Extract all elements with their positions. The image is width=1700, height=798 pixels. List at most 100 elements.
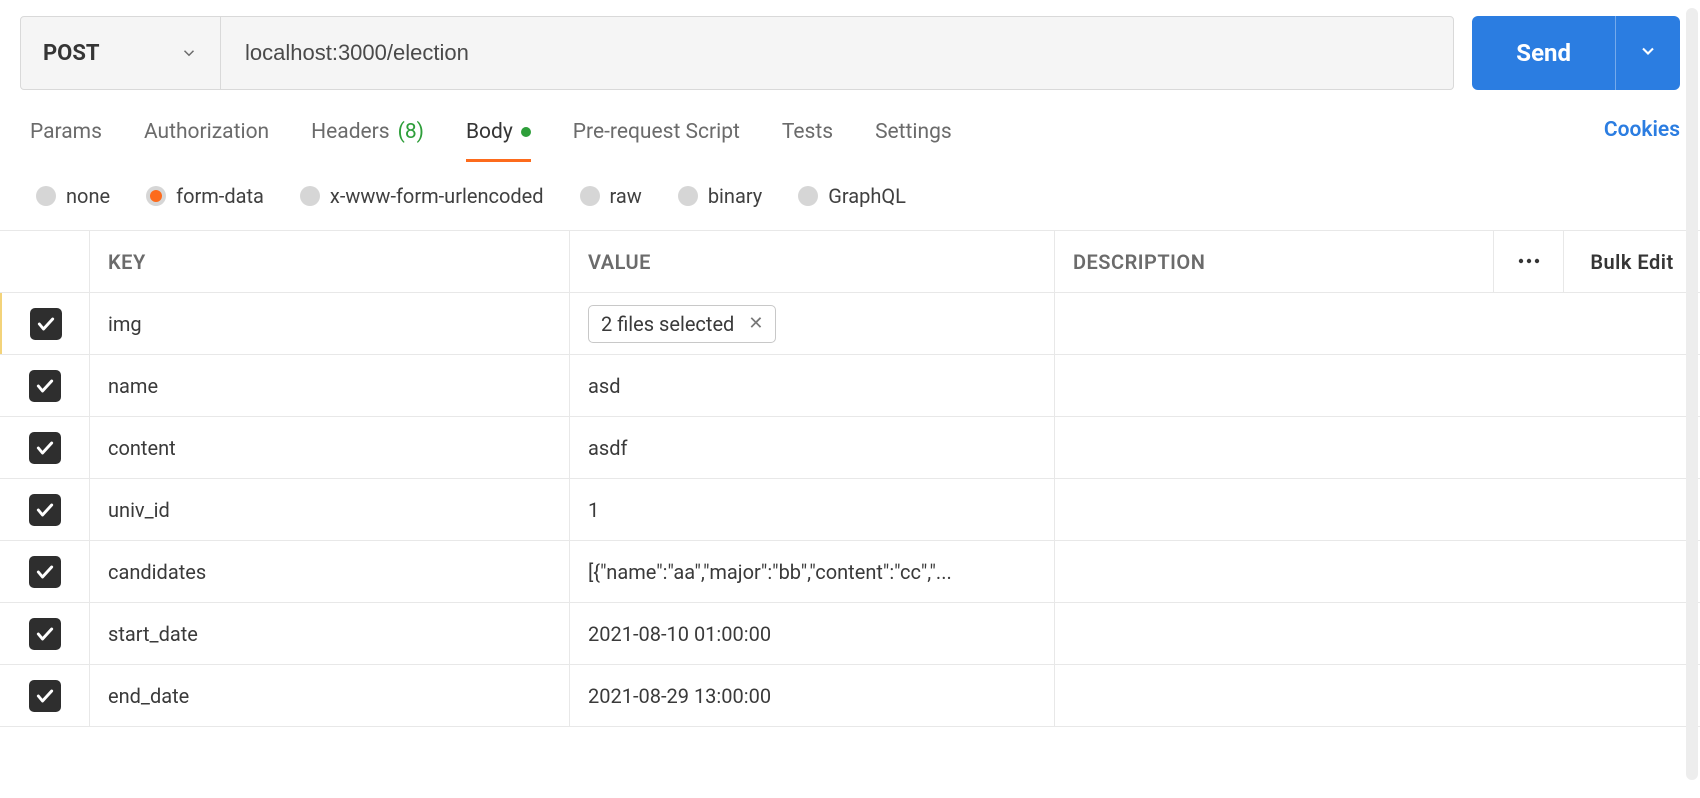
col-key-header: KEY [90, 231, 570, 292]
row-checkbox-cell [0, 479, 90, 540]
tab-headers[interactable]: Headers(8) [311, 112, 424, 162]
row-desc-cell[interactable] [1055, 355, 1700, 416]
url-input[interactable] [221, 17, 1453, 89]
row-value-cell[interactable]: 1 [570, 479, 1055, 540]
app-root: POST Send Params Authorization Headers(8… [0, 0, 1700, 727]
row-desc-cell[interactable] [1055, 293, 1700, 354]
body-type-form-data[interactable]: form-data [146, 184, 264, 208]
row-value-cell[interactable]: [{"name":"aa","major":"bb","content":"cc… [570, 541, 1055, 602]
row-checkbox[interactable] [29, 370, 61, 402]
close-icon[interactable]: ✕ [748, 313, 763, 334]
row-desc-cell[interactable] [1055, 603, 1700, 664]
col-desc-header: DESCRIPTION [1055, 231, 1494, 292]
row-key-cell[interactable]: img [90, 293, 570, 354]
tab-prerequest[interactable]: Pre-request Script [573, 112, 740, 162]
row-desc-cell[interactable] [1055, 479, 1700, 540]
chevron-down-icon [180, 44, 198, 62]
tabs-row: Params Authorization Headers(8) Body Pre… [0, 102, 1700, 162]
body-type-binary[interactable]: binary [678, 184, 762, 208]
radio-label: form-data [176, 184, 264, 208]
radio-icon [580, 186, 600, 206]
row-checkbox[interactable] [30, 308, 62, 340]
radio-icon [798, 186, 818, 206]
table-row: end_date2021-08-29 13:00:00 [0, 665, 1700, 727]
radio-label: raw [610, 184, 642, 208]
send-button-label: Send [1516, 39, 1571, 67]
body-type-raw[interactable]: raw [580, 184, 642, 208]
table-row: contentasdf [0, 417, 1700, 479]
method-url-group: POST [20, 16, 1454, 90]
more-dots-icon [1518, 256, 1540, 267]
request-url-row: POST Send [0, 0, 1700, 102]
col-value-header: VALUE [570, 231, 1055, 292]
table-row: nameasd [0, 355, 1700, 417]
row-key-cell[interactable]: candidates [90, 541, 570, 602]
more-options-button[interactable] [1494, 231, 1564, 292]
row-checkbox[interactable] [29, 680, 61, 712]
row-key-cell[interactable]: end_date [90, 665, 570, 726]
row-value-cell[interactable]: 2 files selected✕ [570, 293, 1055, 354]
form-data-table: KEY VALUE DESCRIPTION Bulk Edit img 2 fil… [0, 230, 1700, 727]
row-desc-cell[interactable] [1055, 665, 1700, 726]
row-desc-cell[interactable] [1055, 417, 1700, 478]
dot-indicator-icon [521, 127, 531, 137]
table-row: candidates[{"name":"aa","major":"bb","co… [0, 541, 1700, 603]
table-row: start_date2021-08-10 01:00:00 [0, 603, 1700, 665]
tab-label: Authorization [144, 120, 269, 144]
bulk-edit-label: Bulk Edit [1590, 250, 1673, 274]
row-value-cell[interactable]: asdf [570, 417, 1055, 478]
row-desc-cell[interactable] [1055, 541, 1700, 602]
tab-settings[interactable]: Settings [875, 112, 952, 162]
row-checkbox-cell [0, 293, 90, 354]
tab-body[interactable]: Body [466, 112, 531, 162]
tab-authorization[interactable]: Authorization [144, 112, 269, 162]
row-value-cell[interactable]: asd [570, 355, 1055, 416]
row-checkbox-cell [0, 541, 90, 602]
row-checkbox-cell [0, 665, 90, 726]
row-key-cell[interactable]: univ_id [90, 479, 570, 540]
tab-label: Params [30, 120, 102, 144]
radio-label: none [66, 184, 110, 208]
th-label: KEY [108, 250, 146, 274]
th-label: DESCRIPTION [1073, 250, 1205, 274]
row-key-cell[interactable]: start_date [90, 603, 570, 664]
file-chip[interactable]: 2 files selected✕ [588, 305, 776, 343]
row-checkbox[interactable] [29, 494, 61, 526]
tabs: Params Authorization Headers(8) Body Pre… [30, 112, 952, 162]
table-row: univ_id1 [0, 479, 1700, 541]
radio-icon [36, 186, 56, 206]
row-key-cell[interactable]: name [90, 355, 570, 416]
row-key-cell[interactable]: content [90, 417, 570, 478]
row-checkbox[interactable] [29, 556, 61, 588]
tab-params[interactable]: Params [30, 112, 102, 162]
send-dropdown[interactable] [1615, 16, 1680, 90]
tab-label: Pre-request Script [573, 120, 740, 144]
body-type-urlencoded[interactable]: x-www-form-urlencoded [300, 184, 544, 208]
row-checkbox[interactable] [29, 618, 61, 650]
row-value-cell[interactable]: 2021-08-29 13:00:00 [570, 665, 1055, 726]
bulk-edit-button[interactable]: Bulk Edit [1564, 231, 1700, 292]
method-select[interactable]: POST [21, 17, 221, 89]
radio-icon [678, 186, 698, 206]
tab-tests[interactable]: Tests [782, 112, 833, 162]
method-label: POST [43, 41, 100, 66]
row-checkbox-cell [0, 417, 90, 478]
scrollbar[interactable] [1686, 8, 1698, 780]
row-value-cell[interactable]: 2021-08-10 01:00:00 [570, 603, 1055, 664]
row-checkbox[interactable] [29, 432, 61, 464]
send-button[interactable]: Send [1472, 16, 1615, 90]
cookies-link[interactable]: Cookies [1604, 118, 1680, 156]
radio-icon [146, 186, 166, 206]
radio-icon [300, 186, 320, 206]
row-checkbox-cell [0, 355, 90, 416]
body-type-graphql[interactable]: GraphQL [798, 184, 906, 208]
th-label: VALUE [588, 250, 651, 274]
radio-label: x-www-form-urlencoded [330, 184, 544, 208]
table-header-row: KEY VALUE DESCRIPTION Bulk Edit [0, 231, 1700, 293]
radio-label: GraphQL [828, 184, 906, 208]
row-checkbox-cell [0, 603, 90, 664]
table-row: img 2 files selected✕ [0, 293, 1700, 355]
body-type-none[interactable]: none [36, 184, 110, 208]
radio-label: binary [708, 184, 762, 208]
send-button-group: Send [1472, 16, 1680, 90]
